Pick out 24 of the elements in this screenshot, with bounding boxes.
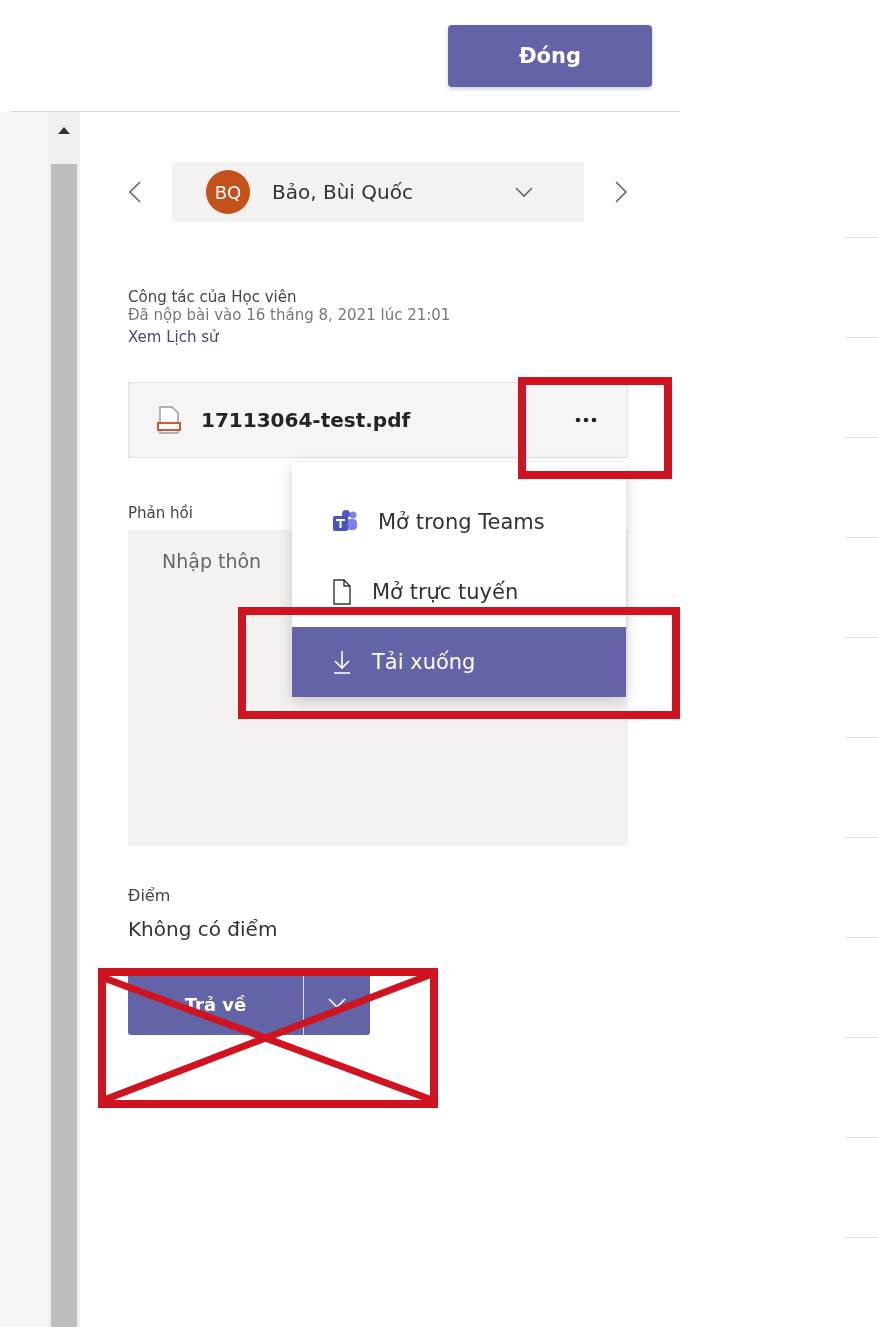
file-name[interactable]: 17113064-test.pdf	[201, 408, 411, 432]
scrollbar-thumb[interactable]	[51, 164, 77, 1327]
section-title: Công tác của Học viên	[128, 288, 297, 306]
history-link[interactable]: Xem Lịch sử	[128, 328, 219, 346]
ellipsis-icon	[575, 417, 597, 423]
teams-icon	[332, 510, 358, 534]
scrollbar[interactable]	[48, 112, 80, 1327]
submission-date: Đã nộp bài vào 16 tháng 8, 2021 lúc 21:01	[128, 306, 451, 324]
scroll-up-icon[interactable]	[58, 126, 70, 134]
chevron-down-icon	[327, 996, 347, 1009]
close-button[interactable]: Đóng	[448, 25, 652, 87]
previous-icon[interactable]	[128, 180, 142, 204]
feedback-label: Phản hồi	[128, 504, 193, 522]
menu-item[interactable]: Mở trực tuyến	[292, 557, 626, 627]
next-icon[interactable]	[614, 180, 628, 204]
student-picker[interactable]: BQ Bảo, Bùi Quốc	[172, 162, 584, 222]
menu-item[interactable]: Tải xuống	[292, 627, 626, 697]
avatar: BQ	[206, 170, 250, 214]
download-icon	[332, 650, 352, 674]
pdf-file-icon	[157, 406, 181, 434]
grade-value: Không có điểm	[128, 917, 278, 941]
document-icon	[332, 579, 352, 605]
grade-label: Điểm	[128, 886, 171, 905]
chevron-down-icon	[514, 186, 534, 198]
